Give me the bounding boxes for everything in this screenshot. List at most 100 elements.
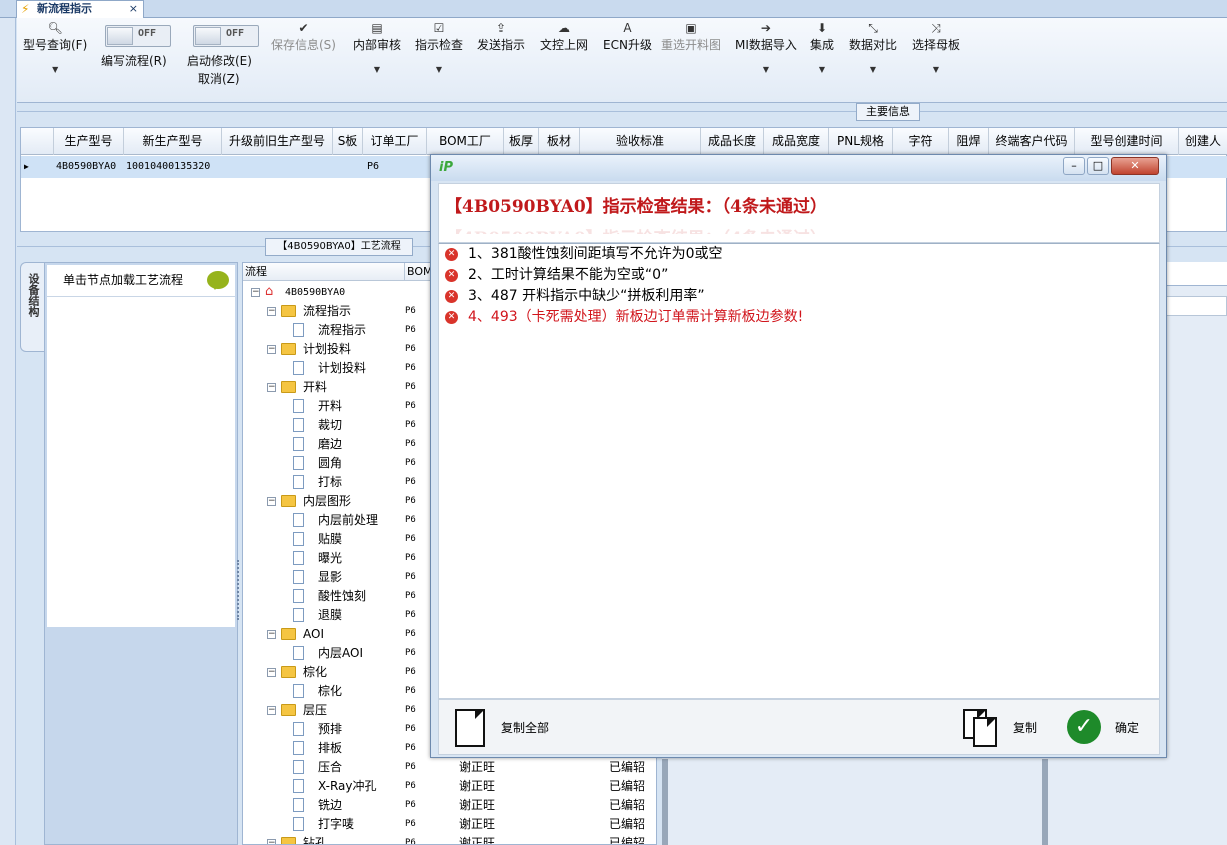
sign-in-icon: ➔ xyxy=(760,21,771,35)
folder-icon xyxy=(281,704,296,716)
copy-all-button[interactable]: 复制全部 xyxy=(455,700,565,756)
expand-icon[interactable]: − xyxy=(267,497,276,506)
close-button[interactable]: ✕ xyxy=(1111,157,1159,175)
tree-row[interactable]: 铣边 P6 谢正旺 已编轺 xyxy=(243,796,656,815)
right-panel-bar xyxy=(1160,296,1227,316)
expand-icon[interactable]: − xyxy=(267,839,276,844)
ecn-upgrade-button[interactable]: A ECN升级 xyxy=(603,20,652,53)
section-flow[interactable]: 【4B0590BYA0】工艺流程 xyxy=(265,238,413,256)
column-header[interactable]: 板厚 xyxy=(504,128,539,155)
ok-button[interactable]: ✓ 确定 xyxy=(1067,700,1157,756)
column-header[interactable]: 订单工厂 xyxy=(363,128,427,155)
document-icon xyxy=(293,456,304,470)
document-icon xyxy=(293,532,304,546)
title-reflection: 【4B0590BYA0】指示检查结果：（4条未通过） xyxy=(445,224,827,234)
tree-row[interactable]: 压合 P6 谢正旺 已编轺 xyxy=(243,758,656,777)
dialog-titlebar[interactable]: iP – □ ✕ xyxy=(431,155,1166,181)
column-header[interactable]: 生产型号 xyxy=(54,128,124,155)
column-header[interactable]: 流程 xyxy=(243,263,405,281)
select-mother-button[interactable]: ⤨ 选择母板 ▼ xyxy=(912,20,960,74)
maximize-button[interactable]: □ xyxy=(1087,157,1109,175)
printer-icon: ▤ xyxy=(371,21,383,35)
tab-new-flow[interactable]: ⚡ 新流程指示 × xyxy=(16,0,144,18)
chevron-down-icon: ▼ xyxy=(52,65,59,74)
list-item[interactable]: ✕ 1、381酸性蚀刻间距填写不允许为0或空 xyxy=(445,244,723,264)
tab-title: 新流程指示 xyxy=(37,2,92,15)
column-header[interactable]: 终端客户代码 xyxy=(989,128,1075,155)
grid-header: 生产型号 新生产型号 升级前旧生产型号 S板 订单工厂 BOM工厂 板厚 板材 … xyxy=(21,128,1227,155)
expand-icon[interactable]: − xyxy=(267,345,276,354)
expand-icon[interactable]: − xyxy=(267,383,276,392)
column-header[interactable]: 成品宽度 xyxy=(764,128,829,155)
section-main-info[interactable]: 主要信息 xyxy=(856,103,920,121)
reselect-cut-button[interactable]: ▣ 重选开料图 xyxy=(661,20,721,53)
home-icon: ⌂ xyxy=(265,284,274,299)
divider xyxy=(1042,759,1048,845)
search-icon: 🔍︎ xyxy=(47,21,63,35)
mi-import-button[interactable]: ➔ MI数据导入 ▼ xyxy=(735,20,797,74)
cancel-button[interactable]: 取消(Z) xyxy=(198,70,240,87)
send-instr-button[interactable]: ⇪ 发送指示 xyxy=(477,20,525,53)
list-item[interactable]: ✕ 3、487 开料指示中缺少“拼板利用率” xyxy=(445,286,705,306)
error-icon: ✕ xyxy=(445,289,458,303)
auto-modify-label: 启动修改(E) xyxy=(187,54,252,68)
dialog-title: 【4B0590BYA0】指示检查结果：（4条未通过） xyxy=(445,197,827,217)
copy-button[interactable]: 复制 xyxy=(959,700,1049,756)
column-header[interactable]: BOM工厂 xyxy=(427,128,504,155)
document-icon xyxy=(293,646,304,660)
document-icon xyxy=(293,399,304,413)
instr-check-button[interactable]: ☑ 指示检查 ▼ xyxy=(415,20,463,74)
column-header[interactable]: 板材 xyxy=(539,128,580,155)
tree-row[interactable]: 打字唛 P6 谢正旺 已编轺 xyxy=(243,815,656,834)
document-icon xyxy=(293,608,304,622)
column-header[interactable]: 阻焊 xyxy=(949,128,989,155)
document-icon xyxy=(293,323,304,337)
document-icon xyxy=(293,798,304,812)
check-icon: ✔ xyxy=(298,21,309,35)
close-icon[interactable]: × xyxy=(129,1,138,17)
folder-icon xyxy=(281,666,296,678)
tree-row[interactable]: − 钻孔 P6 谢正旺 已编轺 xyxy=(243,834,656,844)
folder-icon xyxy=(281,343,296,355)
upload-button[interactable]: ☁ 文控上网 xyxy=(540,20,588,53)
column-header[interactable]: 升级前旧生产型号 xyxy=(222,128,333,155)
column-header[interactable]: S板 xyxy=(333,128,363,155)
column-header[interactable]: 型号创建时间 xyxy=(1075,128,1179,155)
chevron-down-icon: ▼ xyxy=(932,65,940,74)
expand-icon[interactable]: − xyxy=(267,630,276,639)
expand-icon[interactable]: − xyxy=(251,288,260,297)
chevron-down-icon: ▼ xyxy=(818,65,826,74)
data-compare-button[interactable]: ⤡ 数据对比 ▼ xyxy=(849,20,897,74)
column-header[interactable]: 验收标准 xyxy=(580,128,701,155)
expand-icon[interactable]: − xyxy=(267,706,276,715)
model-query-button[interactable]: 🔍︎ 型号查询(F) ▼ xyxy=(23,20,87,74)
document-icon xyxy=(293,779,304,793)
write-flow-toggle[interactable]: OFF xyxy=(105,25,171,47)
error-icon: ✕ xyxy=(445,247,458,261)
internal-review-button[interactable]: ▤ 内部审核 ▼ xyxy=(353,20,401,74)
splitter-handle[interactable] xyxy=(237,560,241,620)
list-item[interactable]: ✕ 2、工时计算结果不能为空或“0” xyxy=(445,265,668,285)
document-icon xyxy=(293,722,304,736)
chevron-down-icon: ▼ xyxy=(435,65,443,74)
column-header[interactable]: 新生产型号 xyxy=(124,128,222,155)
column-header[interactable]: 字符 xyxy=(893,128,949,155)
list-item[interactable]: ✕ 4、493（卡死需处理）新板边订单需计算新板边参数! xyxy=(445,307,803,327)
checkbox-icon: ☑ xyxy=(433,21,445,35)
column-header[interactable]: 创建人 xyxy=(1179,128,1227,155)
folder-icon xyxy=(281,305,296,317)
column-header[interactable]: PNL规格 xyxy=(829,128,893,155)
column-header[interactable]: 成品长度 xyxy=(701,128,764,155)
minimize-button[interactable]: – xyxy=(1063,157,1085,175)
header-corner xyxy=(21,128,54,155)
cell-order-factory: P6 xyxy=(367,161,380,172)
auto-modify-toggle[interactable]: OFF xyxy=(193,25,259,47)
integrate-button[interactable]: ⬇ 集成 ▼ xyxy=(810,20,834,74)
document-icon xyxy=(293,760,304,774)
tab-device-structure[interactable]: 设备结构 xyxy=(20,262,44,352)
tree-row[interactable]: X-Ray冲孔 P6 谢正旺 已编轺 xyxy=(243,777,656,796)
speech-bubble-icon[interactable] xyxy=(207,271,229,290)
expand-icon[interactable]: − xyxy=(267,307,276,316)
save-info-button[interactable]: ✔ 保存信息(S) xyxy=(271,20,336,53)
expand-icon[interactable]: − xyxy=(267,668,276,677)
